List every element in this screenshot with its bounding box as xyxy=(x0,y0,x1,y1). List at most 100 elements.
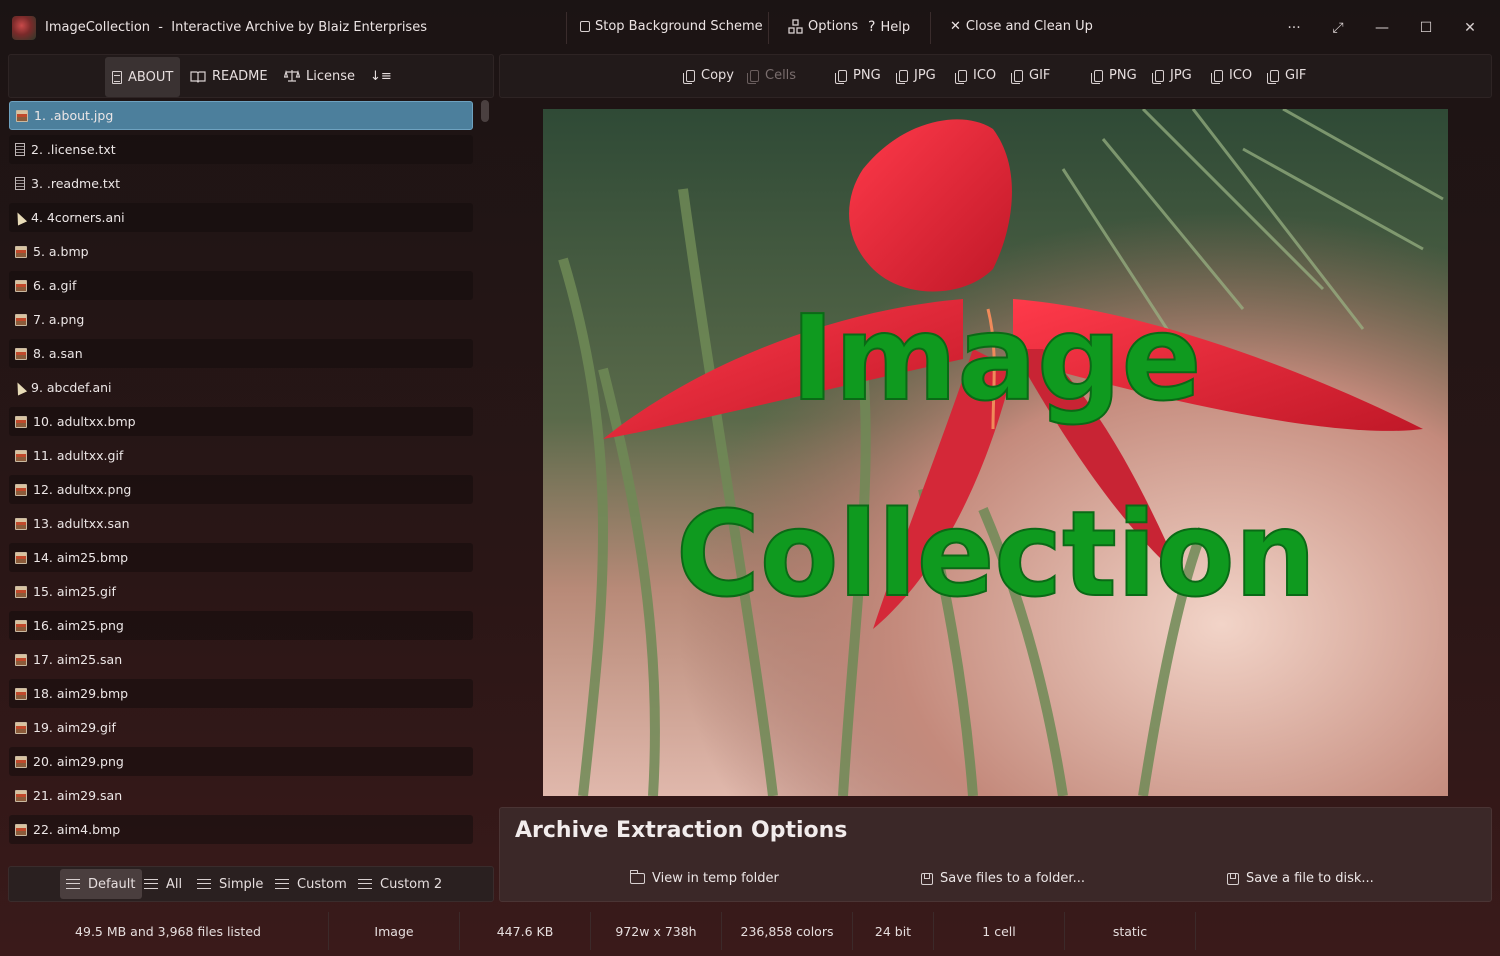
cells-button[interactable]: Cells xyxy=(747,68,796,84)
app-logo-icon xyxy=(12,16,36,40)
help-button[interactable]: ? Help xyxy=(868,19,910,35)
options-icon xyxy=(788,19,803,34)
file-name: 16. aim25.png xyxy=(33,618,124,633)
save-to-folder-button[interactable]: Save files to a folder... xyxy=(921,871,1085,886)
file-list-item[interactable]: 7. a.png xyxy=(9,305,473,334)
copy-icon xyxy=(1011,69,1023,84)
file-list-item[interactable]: 17. aim25.san xyxy=(9,645,473,674)
text-file-icon xyxy=(15,177,25,190)
close-clean-button[interactable]: ✕ Close and Clean Up xyxy=(950,19,1093,34)
file-list-item[interactable]: 11. adultxx.gif xyxy=(9,441,473,470)
close-clean-label: Close and Clean Up xyxy=(965,19,1093,34)
tab-readme[interactable]: README xyxy=(183,55,275,97)
divider xyxy=(768,12,769,44)
copy-icon xyxy=(896,69,908,84)
format-label: JPG xyxy=(1170,68,1192,83)
image-file-icon xyxy=(15,619,27,632)
save-ico-button[interactable]: ICO xyxy=(1211,68,1253,84)
file-name: 19. aim29.gif xyxy=(33,720,116,735)
file-list-scrollbar[interactable] xyxy=(481,100,489,122)
tab-license[interactable]: License xyxy=(277,55,362,97)
save-png-button[interactable]: PNG xyxy=(1091,68,1137,84)
options-button[interactable]: Options xyxy=(788,19,858,34)
divider xyxy=(566,12,567,44)
text-file-icon xyxy=(15,143,25,156)
file-name: 4. 4corners.ani xyxy=(31,210,125,225)
view-tab-custom-2[interactable]: Custom 2 xyxy=(352,869,448,899)
image-file-icon xyxy=(15,823,27,836)
file-list-item[interactable]: 12. adultxx.png xyxy=(9,475,473,504)
copy-icon xyxy=(1211,69,1223,84)
preview-text-line1: Image xyxy=(791,289,1202,427)
file-list-item[interactable]: 22. aim4.bmp xyxy=(9,815,473,844)
file-list-item[interactable]: 10. adultxx.bmp xyxy=(9,407,473,436)
copy-png-button[interactable]: PNG xyxy=(835,68,881,84)
copy-icon xyxy=(683,69,695,84)
view-tab-all[interactable]: All xyxy=(138,869,188,899)
file-name: 18. aim29.bmp xyxy=(33,686,129,701)
image-file-icon xyxy=(15,653,27,666)
status-bar: 49.5 MB and 3,968 files listed Image 447… xyxy=(8,912,1492,950)
format-label: ICO xyxy=(1229,68,1253,83)
extraction-title: Archive Extraction Options xyxy=(515,818,848,843)
list-icon xyxy=(66,879,80,889)
sort-button[interactable]: ↓≡ xyxy=(363,55,399,97)
copy-icon xyxy=(747,69,759,84)
view-temp-folder-button[interactable]: View in temp folder xyxy=(630,870,779,886)
preview-text-line2: Collection xyxy=(676,485,1316,623)
file-list-item[interactable]: 1. .about.jpg xyxy=(9,101,473,130)
save-to-disk-button[interactable]: Save a file to disk... xyxy=(1227,871,1374,886)
view-tab-label: Custom 2 xyxy=(380,876,443,892)
view-tab-custom[interactable]: Custom xyxy=(269,869,353,899)
file-list-item[interactable]: 19. aim29.gif xyxy=(9,713,473,742)
format-label: PNG xyxy=(853,68,881,83)
copy-jpg-button[interactable]: JPG xyxy=(896,68,936,84)
format-label: JPG xyxy=(914,68,936,83)
image-file-icon xyxy=(15,517,27,530)
cursor-file-icon xyxy=(12,379,28,396)
file-list-item[interactable]: 16. aim25.png xyxy=(9,611,473,640)
file-list-item[interactable]: 9. abcdef.ani xyxy=(9,373,473,402)
image-file-icon xyxy=(15,449,27,462)
image-file-icon xyxy=(15,245,27,258)
file-name: 12. adultxx.png xyxy=(33,482,132,497)
minimize-button[interactable]: — xyxy=(1372,18,1392,38)
file-list-item[interactable]: 14. aim25.bmp xyxy=(9,543,473,572)
save-jpg-button[interactable]: JPG xyxy=(1152,68,1192,84)
file-list-item[interactable]: 13. adultxx.san xyxy=(9,509,473,538)
file-list-item[interactable]: 15. aim25.gif xyxy=(9,577,473,606)
file-list-item[interactable]: 6. a.gif xyxy=(9,271,473,300)
save-gif-button[interactable]: GIF xyxy=(1267,68,1306,84)
stop-background-button[interactable]: Stop Background Scheme xyxy=(580,19,763,34)
status-summary: 49.5 MB and 3,968 files listed xyxy=(8,912,329,950)
tab-about[interactable]: ABOUT xyxy=(105,57,181,97)
file-list-item[interactable]: 18. aim29.bmp xyxy=(9,679,473,708)
file-list[interactable]: 1. .about.jpg 2. .license.txt 3. .readme.t… xyxy=(8,98,478,858)
image-preview[interactable]: Image Collection xyxy=(543,109,1448,796)
file-list-item[interactable]: 5. a.bmp xyxy=(9,237,473,266)
view-tab-simple[interactable]: Simple xyxy=(191,869,269,899)
file-list-item[interactable]: 20. aim29.png xyxy=(9,747,473,776)
close-button[interactable]: ✕ xyxy=(1460,18,1480,38)
file-list-item[interactable]: 3. .readme.txt xyxy=(9,169,473,198)
file-list-item[interactable]: 8. a.san xyxy=(9,339,473,368)
tab-readme-label: README xyxy=(212,68,268,84)
view-tab-default[interactable]: Default xyxy=(60,869,142,899)
fullscreen-button[interactable]: ⤢ xyxy=(1328,18,1348,38)
copy-gif-button[interactable]: GIF xyxy=(1011,68,1050,84)
file-list-item[interactable]: 2. .license.txt xyxy=(9,135,473,164)
more-button[interactable]: ··· xyxy=(1284,18,1304,38)
file-list-item[interactable]: 4. 4corners.ani xyxy=(9,203,473,232)
file-name: 6. a.gif xyxy=(33,278,77,293)
copy-ico-button[interactable]: ICO xyxy=(955,68,996,84)
copy-button[interactable]: Copy xyxy=(683,68,734,84)
file-list-item[interactable]: 21. aim29.san xyxy=(9,781,473,810)
book-icon xyxy=(190,70,206,83)
document-tabs: ABOUT README License ↓≡ xyxy=(8,54,494,98)
tab-license-label: License xyxy=(306,68,356,84)
maximize-button[interactable]: ☐ xyxy=(1416,18,1436,38)
title-bar: ImageCollection - Interactive Archive by… xyxy=(0,0,1500,56)
file-name: 7. a.png xyxy=(33,312,85,327)
file-name: 1. .about.jpg xyxy=(34,108,114,123)
copy-label: Copy xyxy=(701,68,734,83)
